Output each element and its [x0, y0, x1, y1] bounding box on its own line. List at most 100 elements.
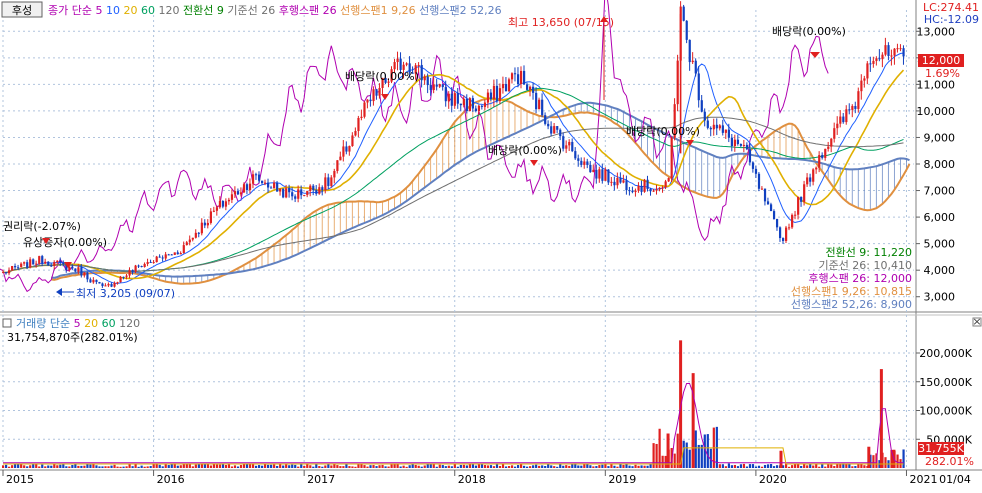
volume-legend-box-icon[interactable] — [2, 318, 12, 328]
volume-bar — [733, 464, 737, 468]
x-axis-right-label: 01/04 — [939, 473, 971, 486]
price-tick-label: 11,000 — [917, 78, 956, 91]
volume-bar — [812, 465, 815, 468]
candle-body — [221, 201, 225, 207]
candle-body — [173, 252, 176, 255]
candle-body — [589, 164, 592, 173]
candle-body — [351, 135, 354, 147]
candle-body — [480, 105, 484, 107]
volume-bar — [857, 464, 860, 468]
candle-body — [285, 188, 288, 198]
candle-body — [182, 245, 185, 254]
x-tick-label: 2016 — [157, 473, 185, 486]
volume-bar — [65, 466, 68, 468]
volume-bar — [381, 464, 384, 468]
volume-bar — [363, 465, 366, 468]
candle-body — [848, 109, 851, 111]
candle-body — [845, 109, 848, 123]
candle-body — [634, 190, 637, 193]
volume-bar — [902, 449, 905, 468]
candle-body — [158, 256, 161, 258]
stock-name[interactable]: 후성 — [12, 4, 32, 17]
candle-body — [574, 151, 577, 159]
volume-bar — [745, 466, 749, 468]
candle-body — [565, 145, 568, 149]
candle-body — [486, 92, 490, 103]
candle-body — [89, 279, 92, 283]
pct-tag: 1.69% — [925, 67, 960, 80]
volume-bar — [544, 466, 547, 468]
volume-bar — [625, 464, 628, 468]
candle-body — [242, 184, 246, 193]
legend-item: 120 — [155, 4, 180, 17]
candle-body — [724, 129, 727, 133]
candle-body — [616, 178, 619, 186]
candle-body — [818, 155, 821, 168]
candle-body — [161, 257, 164, 259]
price-tick-label: 4,000 — [924, 264, 956, 277]
candle-body — [510, 73, 514, 80]
candle-body — [312, 185, 315, 191]
volume-bar — [236, 466, 240, 468]
volume-bar — [405, 466, 408, 468]
candle-body — [763, 188, 767, 202]
candle-body — [35, 263, 38, 265]
candle-body — [2, 272, 5, 274]
vol-tag: 31,755K — [918, 442, 964, 455]
volume-bar — [414, 464, 417, 468]
candle-body — [839, 116, 842, 124]
volume-bar — [592, 466, 595, 468]
price-tick-label: 6,000 — [924, 211, 956, 224]
volume-bar — [378, 465, 381, 468]
candle-body — [523, 70, 526, 85]
annotation-div-2020: 배당락(0.00%) — [772, 25, 846, 38]
stock-chart[interactable]: × 3,000 4,000 5,000 6,000 7,000 8,000 9,000 10,… — [0, 0, 982, 489]
volume-bar — [62, 464, 65, 468]
candle-body — [526, 84, 529, 90]
info-span2: 선행스팬2 52,26: 8,900 — [791, 298, 912, 311]
candle-body — [152, 262, 155, 264]
candle-body — [20, 263, 23, 268]
candle-body — [354, 131, 357, 136]
volume-bar — [550, 465, 553, 468]
price-tick-label: 5,000 — [924, 238, 956, 251]
volume-bar — [673, 453, 676, 468]
candle-body — [791, 214, 794, 228]
volume-bar — [896, 454, 899, 468]
chart-canvas[interactable]: × 3,000 4,000 5,000 6,000 7,000 8,000 9,000 10,… — [0, 0, 982, 489]
candle-body — [29, 259, 32, 268]
volume-bar — [318, 466, 321, 468]
volume-bar — [303, 465, 306, 468]
candle-body — [149, 261, 152, 263]
candle-body — [535, 92, 538, 110]
candle-body — [544, 115, 547, 124]
candle-body — [288, 188, 291, 193]
candle-body — [375, 89, 378, 96]
candle-body — [227, 199, 231, 202]
volume-bar — [742, 463, 746, 468]
volume-spike-bar — [679, 340, 683, 468]
volume-bar — [23, 465, 26, 468]
volume-bar — [107, 466, 110, 468]
volume-bar — [739, 464, 743, 468]
candle-body — [399, 58, 402, 70]
candle-body — [830, 138, 833, 147]
close-icon[interactable]: × — [972, 315, 981, 328]
candle-body — [788, 227, 791, 229]
candle-body — [550, 126, 553, 134]
candle-body — [164, 254, 167, 259]
volume-bar — [83, 465, 86, 468]
volume-bar — [230, 466, 234, 468]
volume-bar — [125, 466, 128, 468]
volume-bar — [110, 465, 113, 468]
candle-body — [453, 93, 456, 106]
candle-body — [11, 266, 14, 271]
volume-bar — [541, 465, 544, 468]
volume-bar — [86, 464, 89, 468]
candle-body — [318, 187, 321, 194]
volume-bar — [273, 464, 276, 468]
volume-bar — [408, 465, 411, 468]
volume-bar — [333, 464, 336, 468]
candle-body — [194, 232, 197, 238]
volume-bar — [562, 465, 565, 468]
